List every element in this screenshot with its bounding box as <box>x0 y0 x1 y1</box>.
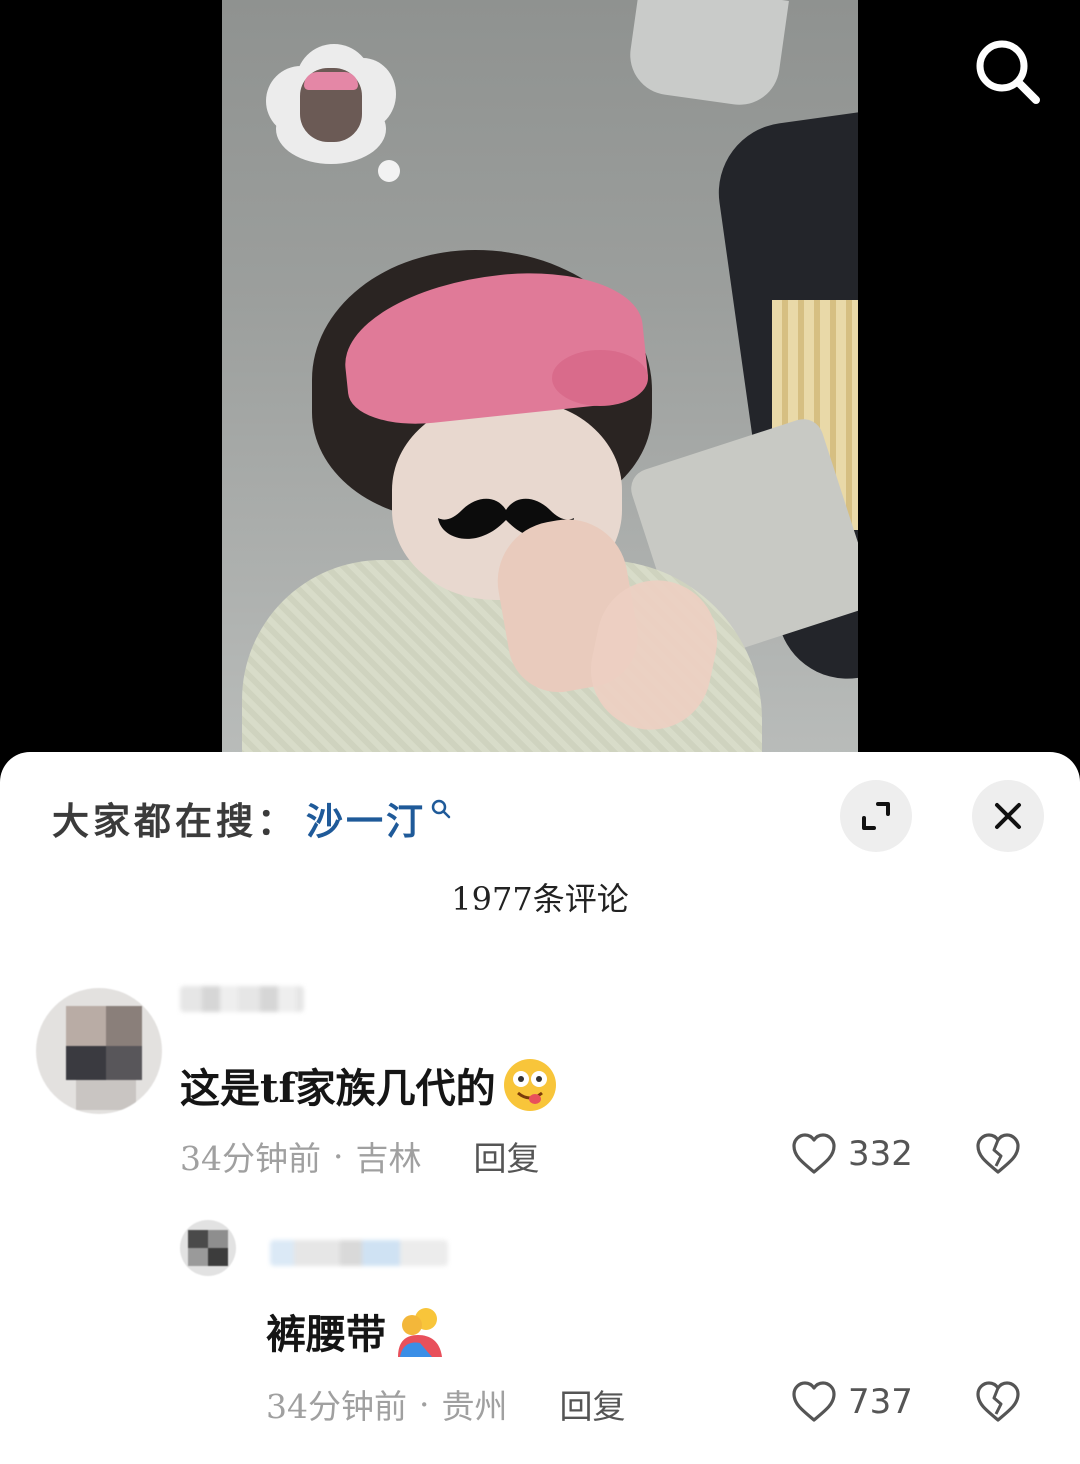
pink-cap-brim <box>552 350 648 406</box>
broken-heart-icon <box>976 1381 1020 1422</box>
thought-bubble-sticker <box>266 44 396 164</box>
thought-bubble-dot <box>378 160 400 182</box>
like-count: 332 <box>848 1134 913 1174</box>
heart-icon <box>792 1133 836 1174</box>
hot-search-term[interactable]: 沙一汀 <box>306 791 426 845</box>
comments-sheet: 大家都在搜： 沙一汀 1977条评论 这是tf家族几代的 34分钟前 · 吉林 … <box>0 752 1080 1464</box>
search-icon <box>976 40 1040 104</box>
video-frame[interactable] <box>222 0 858 760</box>
expand-button[interactable] <box>840 780 912 852</box>
video-player[interactable] <box>0 0 1080 760</box>
comment-body: 裤腰带 <box>266 1311 386 1358</box>
close-icon <box>995 803 1021 829</box>
comment-text: 这是tf家族几代的 <box>180 1056 558 1114</box>
search-button[interactable] <box>972 36 1044 108</box>
avatar[interactable] <box>36 988 162 1114</box>
sticker-cap <box>304 72 358 90</box>
dislike-button[interactable] <box>974 1380 1022 1428</box>
hot-search-bar[interactable]: 大家都在搜： 沙一汀 <box>52 792 452 844</box>
comment-text: 裤腰带 <box>266 1302 448 1360</box>
hugging-people-emoji <box>398 1308 442 1357</box>
close-button[interactable] <box>972 780 1044 852</box>
username-blurred[interactable] <box>180 986 304 1012</box>
comment-location: 贵州 <box>441 1387 508 1426</box>
search-icon <box>431 799 451 819</box>
meta-separator: · <box>333 1136 344 1176</box>
like-count: 737 <box>848 1382 913 1422</box>
broken-heart-icon <box>976 1133 1020 1174</box>
username-blurred[interactable] <box>270 1240 448 1266</box>
reply-button[interactable]: 回复 <box>474 1132 540 1180</box>
meta-separator: · <box>419 1384 430 1424</box>
heart-icon <box>792 1381 836 1422</box>
car-ceiling-handle <box>625 0 789 110</box>
avatar[interactable] <box>180 1220 236 1276</box>
expand-icon <box>862 802 890 830</box>
comment-location: 吉林 <box>355 1139 422 1178</box>
comment-meta: 34分钟前 · 吉林 回复 <box>180 1132 540 1180</box>
hot-search-prefix: 大家都在搜： <box>52 799 298 843</box>
reply-button[interactable]: 回复 <box>560 1380 626 1428</box>
comment-time: 34分钟前 <box>180 1139 321 1178</box>
like-button[interactable]: 332 <box>790 1132 913 1176</box>
like-button[interactable]: 737 <box>790 1380 913 1424</box>
comment-time: 34分钟前 <box>266 1387 407 1426</box>
dislike-button[interactable] <box>974 1132 1022 1180</box>
comment-count: 1977条评论 <box>451 880 629 918</box>
drooling-face-emoji <box>503 1059 556 1111</box>
comment-meta: 34分钟前 · 贵州 回复 <box>266 1380 626 1428</box>
comment-body: 这是tf家族几代的 <box>180 1065 496 1112</box>
